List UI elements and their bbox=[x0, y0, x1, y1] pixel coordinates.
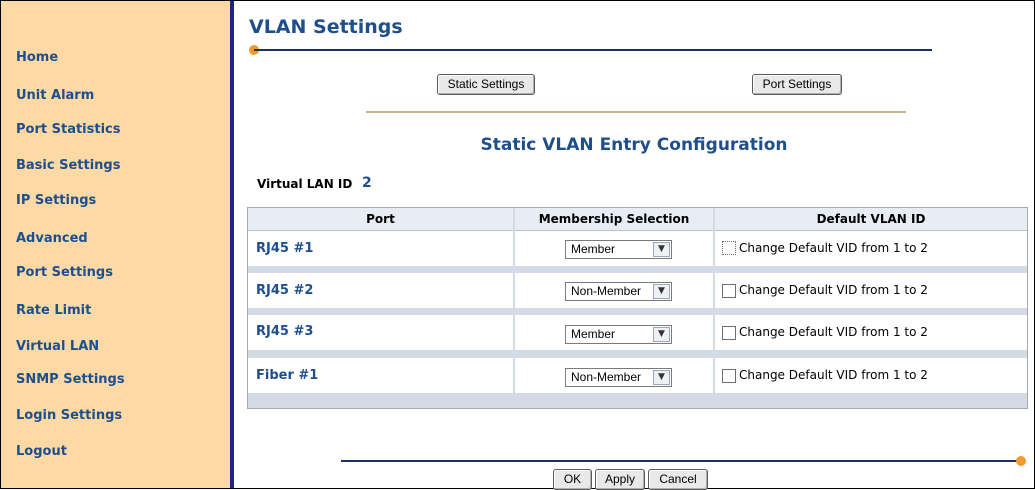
column-header-port: Port bbox=[248, 208, 513, 231]
change-default-vid-checkbox[interactable] bbox=[722, 369, 736, 383]
change-default-vid-checkbox[interactable] bbox=[722, 241, 736, 255]
column-header-membership: Membership Selection bbox=[515, 208, 713, 231]
chevron-down-icon: ▼ bbox=[653, 242, 670, 257]
vlan-id-value: 2 bbox=[362, 175, 372, 191]
sidebar-item-login-settings[interactable]: Login Settings bbox=[16, 408, 122, 423]
membership-select[interactable]: Member ▼ bbox=[565, 325, 672, 344]
sidebar-item-home[interactable]: Home bbox=[16, 50, 58, 65]
membership-select[interactable]: Member ▼ bbox=[565, 240, 672, 259]
default-vid-cell: Change Default VID from 1 to 2 bbox=[715, 273, 1027, 308]
change-default-vid-checkbox[interactable] bbox=[722, 284, 736, 298]
sidebar-item-basic-settings[interactable]: Basic Settings bbox=[16, 158, 120, 173]
membership-value: Non-Member bbox=[571, 370, 642, 384]
sidebar-item-rate-limit[interactable]: Rate Limit bbox=[16, 303, 91, 318]
port-name: RJ45 #2 bbox=[256, 283, 314, 298]
sidebar-nav: Home Unit Alarm Port Statistics Basic Se… bbox=[1, 1, 230, 488]
sidebar-item-virtual-lan[interactable]: Virtual LAN bbox=[16, 339, 99, 354]
change-default-vid-label: Change Default VID from 1 to 2 bbox=[739, 325, 928, 339]
orange-dot-decoration bbox=[1016, 456, 1026, 466]
sidebar-item-logout[interactable]: Logout bbox=[16, 444, 67, 459]
default-vid-cell: Change Default VID from 1 to 2 bbox=[715, 231, 1027, 266]
sidebar-item-unit-alarm[interactable]: Unit Alarm bbox=[16, 88, 94, 103]
page-title: VLAN Settings bbox=[249, 16, 403, 38]
table-row: RJ45 #2 bbox=[248, 273, 513, 308]
chevron-down-icon: ▼ bbox=[653, 327, 670, 342]
change-default-vid-label: Change Default VID from 1 to 2 bbox=[739, 368, 928, 382]
apply-button[interactable]: Apply bbox=[595, 469, 645, 490]
membership-select[interactable]: Non-Member ▼ bbox=[565, 282, 672, 301]
membership-cell: Non-Member ▼ bbox=[515, 273, 713, 308]
chevron-down-icon: ▼ bbox=[653, 284, 670, 299]
sidebar-item-ip-settings[interactable]: IP Settings bbox=[16, 193, 96, 208]
sidebar-item-advanced[interactable]: Advanced bbox=[16, 231, 88, 246]
port-name: RJ45 #1 bbox=[256, 241, 314, 256]
footer-divider bbox=[341, 460, 1019, 462]
change-default-vid-label: Change Default VID from 1 to 2 bbox=[739, 283, 928, 297]
port-name: RJ45 #3 bbox=[256, 324, 314, 339]
default-vid-cell: Change Default VID from 1 to 2 bbox=[715, 315, 1027, 350]
membership-cell: Member ▼ bbox=[515, 231, 713, 266]
change-default-vid-label: Change Default VID from 1 to 2 bbox=[739, 241, 928, 255]
static-settings-button[interactable]: Static Settings bbox=[437, 74, 535, 95]
default-vid-cell: Change Default VID from 1 to 2 bbox=[715, 358, 1027, 393]
change-default-vid-checkbox[interactable] bbox=[722, 326, 736, 340]
vlan-membership-table: Port Membership Selection Default VLAN I… bbox=[247, 207, 1028, 409]
membership-value: Member bbox=[571, 242, 616, 256]
title-underline bbox=[254, 49, 932, 51]
main-content: VLAN Settings Static Settings Port Setti… bbox=[234, 0, 1034, 490]
membership-select[interactable]: Non-Member ▼ bbox=[565, 368, 672, 387]
port-settings-button[interactable]: Port Settings bbox=[752, 74, 842, 95]
ok-button[interactable]: OK bbox=[553, 469, 592, 490]
chevron-down-icon: ▼ bbox=[653, 370, 670, 385]
port-name: Fiber #1 bbox=[256, 368, 319, 383]
sidebar-item-port-statistics[interactable]: Port Statistics bbox=[16, 122, 120, 137]
sidebar-item-snmp-settings[interactable]: SNMP Settings bbox=[16, 372, 125, 387]
vlan-id-label: Virtual LAN ID bbox=[257, 177, 353, 191]
sidebar-item-port-settings[interactable]: Port Settings bbox=[16, 265, 113, 280]
table-row: RJ45 #1 bbox=[248, 231, 513, 266]
section-subtitle: Static VLAN Entry Configuration bbox=[480, 135, 788, 155]
tan-divider bbox=[366, 111, 906, 113]
membership-value: Member bbox=[571, 327, 616, 341]
membership-cell: Non-Member ▼ bbox=[515, 358, 713, 393]
membership-cell: Member ▼ bbox=[515, 315, 713, 350]
membership-value: Non-Member bbox=[571, 284, 642, 298]
table-row: Fiber #1 bbox=[248, 358, 513, 393]
cancel-button[interactable]: Cancel bbox=[648, 469, 708, 490]
column-header-default-vlan: Default VLAN ID bbox=[715, 208, 1027, 231]
table-row: RJ45 #3 bbox=[248, 315, 513, 350]
